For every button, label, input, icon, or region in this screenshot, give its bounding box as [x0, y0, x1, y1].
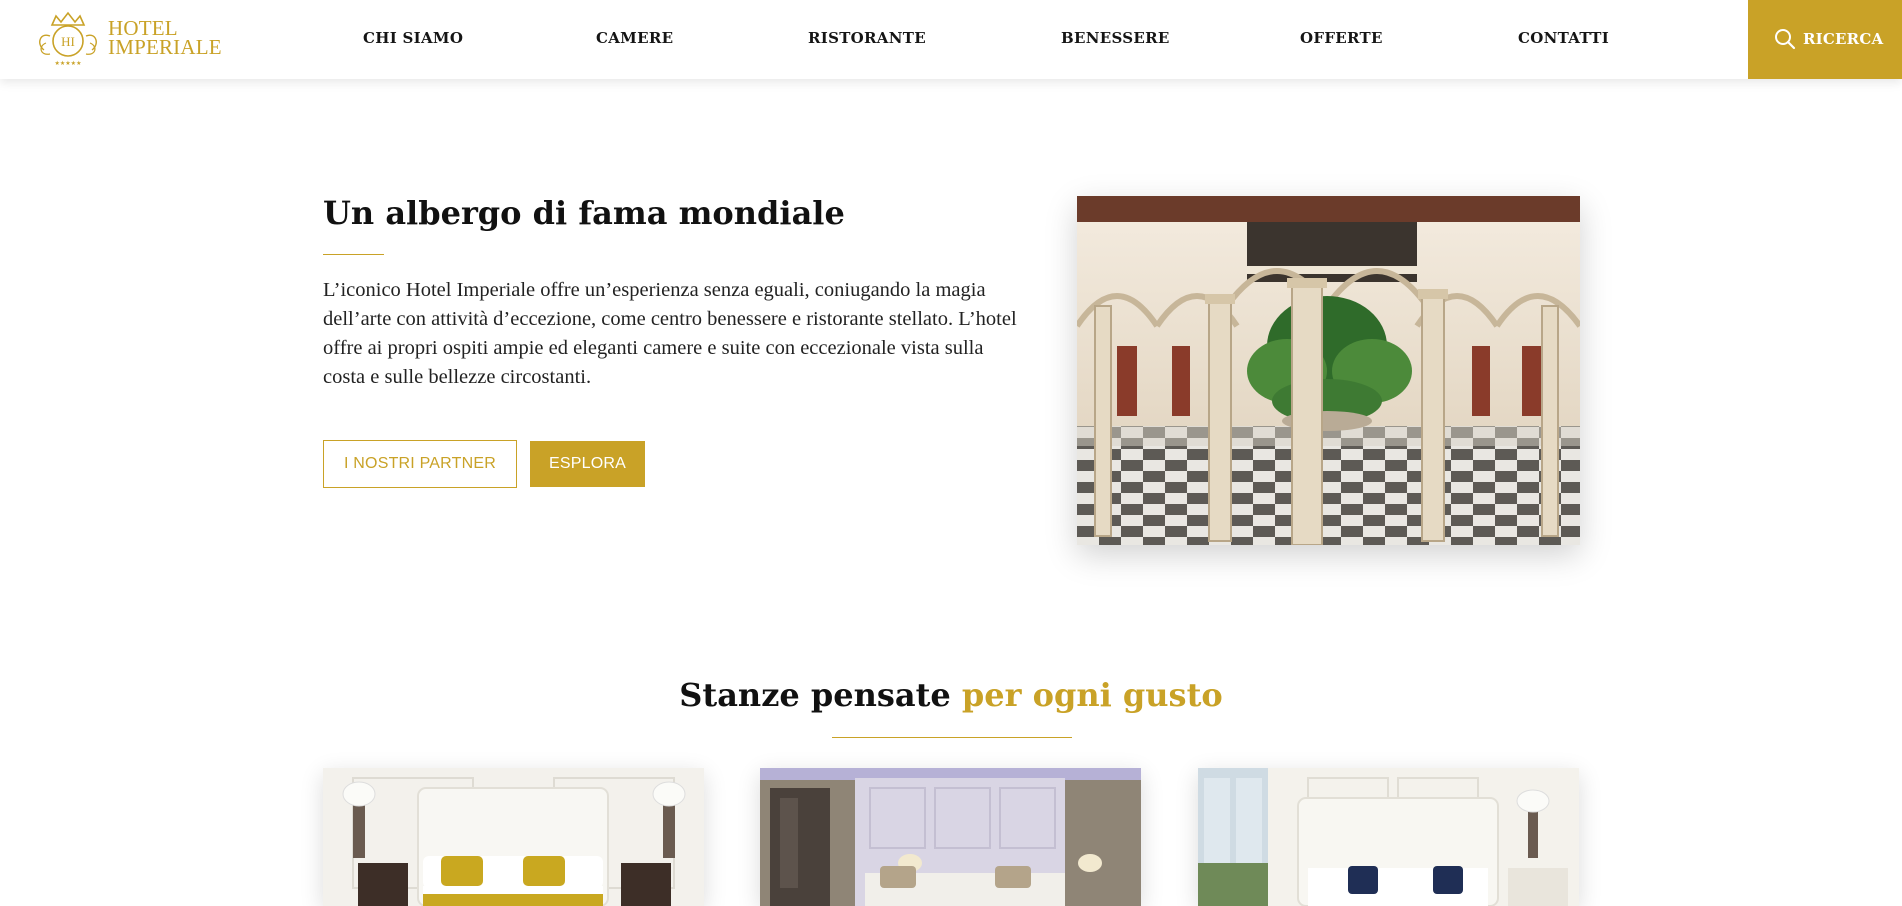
- nav-item-offerte[interactable]: OFFERTE: [1300, 29, 1383, 47]
- room-photo-1: [323, 768, 704, 906]
- nav-item-camere[interactable]: CAMERE: [596, 29, 673, 47]
- explore-button[interactable]: ESPLORA: [530, 441, 645, 487]
- rooms-divider: [832, 737, 1072, 738]
- nav-item-benessere[interactable]: BENESSERE: [1061, 29, 1170, 47]
- hotel-logo[interactable]: HI ★★★★★ HOTEL IMPERIALE: [30, 10, 230, 68]
- intro-title: Un albergo di fama mondiale: [323, 194, 845, 232]
- nav-item-chi-siamo[interactable]: CHI SIAMO: [363, 29, 463, 47]
- intro-divider: [323, 254, 384, 255]
- hotel-wordmark: HOTEL IMPERIALE: [108, 18, 222, 59]
- hotel-courtyard-photo: [1077, 196, 1580, 545]
- crown-crest-icon: HI ★★★★★: [39, 11, 97, 67]
- room-photo-2: [760, 768, 1141, 906]
- rooms-section-title: Stanze pensate per ogni gusto: [0, 676, 1902, 714]
- site-header: HI ★★★★★ HOTEL IMPERIALE CHI SIAMO CAMER…: [0, 0, 1902, 79]
- rooms-title-main: Stanze pensate: [679, 676, 962, 714]
- courtyard-illustration: [1077, 196, 1580, 545]
- search-button-label: RICERCA: [1803, 30, 1884, 48]
- intro-description: L’iconico Hotel Imperiale offre un’esper…: [323, 279, 1017, 388]
- room-photo-3: [1198, 768, 1579, 906]
- svg-text:HI: HI: [61, 34, 75, 49]
- search-button[interactable]: RICERCA: [1748, 0, 1902, 79]
- nav-item-ristorante[interactable]: RISTORANTE: [808, 29, 926, 47]
- nav-item-contatti[interactable]: CONTATTI: [1518, 29, 1609, 47]
- rooms-title-accent: per ogni gusto: [961, 676, 1223, 714]
- search-icon: [1775, 29, 1796, 50]
- partners-button[interactable]: I NOSTRI PARTNER: [323, 440, 517, 488]
- room-card-3[interactable]: [1198, 768, 1579, 906]
- svg-text:★★★★★: ★★★★★: [55, 60, 82, 67]
- wordmark-line-2: IMPERIALE: [108, 35, 222, 59]
- room-card-1[interactable]: [323, 768, 704, 906]
- room-card-2[interactable]: [760, 768, 1141, 906]
